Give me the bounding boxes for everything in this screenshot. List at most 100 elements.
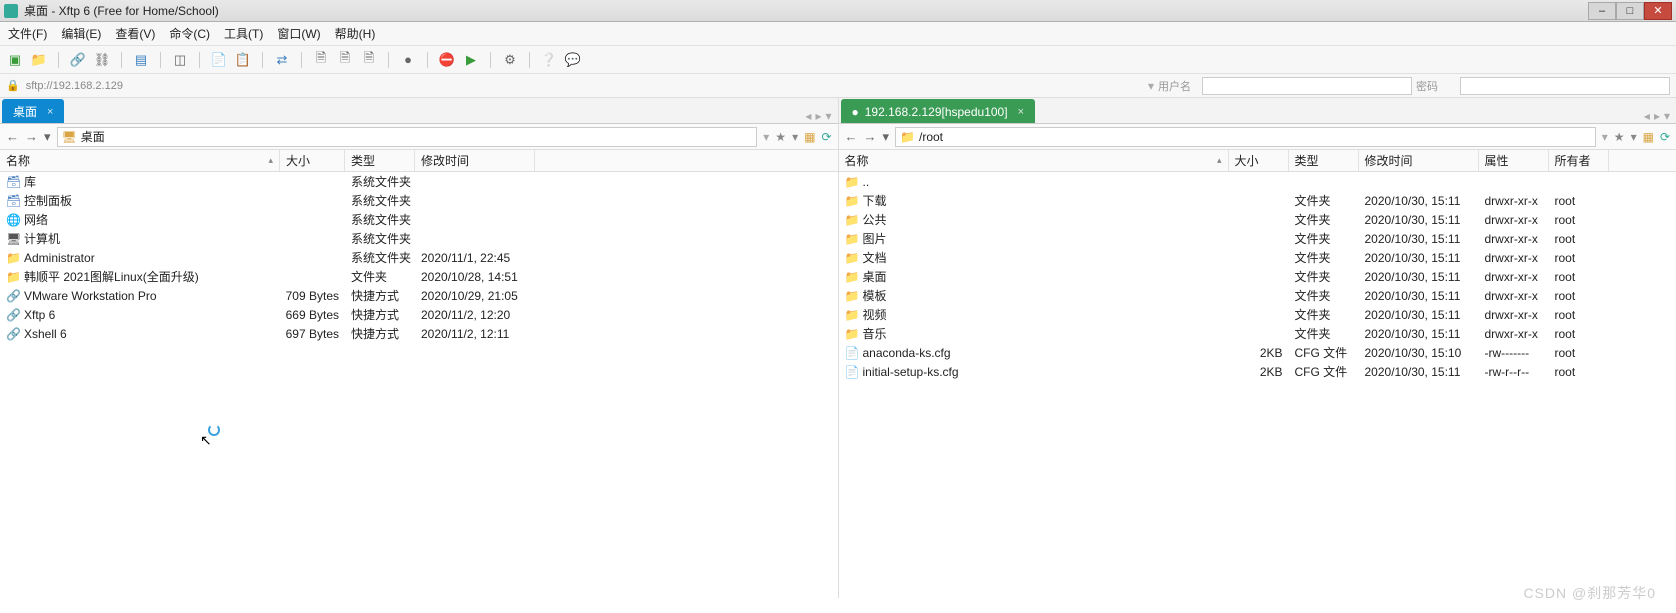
sync-icon[interactable]: ⛓ [93,51,111,69]
tab-menu-icon[interactable]: ▾ [825,109,831,123]
menu-tools[interactable]: 工具(T) [224,25,263,42]
col-attr[interactable]: 属性 [1479,150,1549,171]
list-item[interactable]: 🗃库系统文件夹 [0,172,838,191]
explorer-icon[interactable]: ▦ [1643,130,1654,144]
history-icon[interactable]: ▾ [44,129,51,145]
col-name[interactable]: 名称▴ [839,150,1229,171]
close-tab-icon[interactable]: × [1018,106,1024,118]
list-item[interactable]: 📄anaconda-ks.cfg2KBCFG 文件2020/10/30, 15:… [839,343,1676,362]
list-item[interactable]: 🔗Xshell 6697 Bytes快捷方式2020/11/2, 12:11 [0,324,838,343]
col-owner[interactable]: 所有者 [1549,150,1609,171]
close-tab-icon[interactable]: × [47,106,53,118]
back-icon[interactable]: ← [845,129,858,144]
remote-path-box[interactable]: 📁 /root [895,127,1596,147]
refresh-icon[interactable]: ⟳ [1660,130,1670,144]
local-path-box[interactable]: 🖥 桌面 [57,127,758,147]
caret-down-icon[interactable]: ▾ [1148,79,1154,93]
address-url[interactable]: sftp://192.168.2.129 [26,80,786,92]
refresh-icon[interactable]: ⟳ [821,130,831,144]
list-item[interactable]: 📁.. [839,172,1676,191]
list-item[interactable]: 🌐网络系统文件夹 [0,210,838,229]
local-file-list[interactable]: ↖ 🗃库系统文件夹🗃控制面板系统文件夹🌐网络系统文件夹🖥计算机系统文件夹📁Adm… [0,172,838,598]
doc3-icon[interactable]: 🗎 [360,51,378,69]
separator [529,52,530,68]
record-icon[interactable]: ● [399,51,417,69]
tab-local-desktop[interactable]: 桌面 × [2,99,64,123]
password-label: 密码 [1416,78,1456,94]
list-item[interactable]: 📁桌面文件夹2020/10/30, 15:11drwxr-xr-xroot [839,267,1676,286]
list-item[interactable]: 📁韩顺平 2021图解Linux(全面升级)文件夹2020/10/28, 14:… [0,267,838,286]
window-titlebar[interactable]: 桌面 - Xftp 6 (Free for Home/School) – □ ✕ [0,0,1676,22]
list-item[interactable]: 📁文档文件夹2020/10/30, 15:11drwxr-xr-xroot [839,248,1676,267]
menu-help[interactable]: 帮助(H) [335,25,376,42]
new-session-icon[interactable]: ▣ [6,51,24,69]
list-item[interactable]: 📁Administrator系统文件夹2020/11/1, 22:45 [0,248,838,267]
stop-icon[interactable]: ⛔ [438,51,456,69]
history-icon[interactable]: ▾ [883,129,890,145]
prev-tab-icon[interactable]: ◂ [1644,109,1650,123]
col-size[interactable]: 大小 [280,150,345,171]
col-type[interactable]: 类型 [1289,150,1359,171]
play-icon[interactable]: ▶ [462,51,480,69]
window-title: 桌面 - Xftp 6 (Free for Home/School) [24,2,1588,19]
tab-menu-icon[interactable]: ▾ [1664,109,1670,123]
path-caret-icon[interactable]: ▾ [1602,130,1608,144]
open-folder-icon[interactable]: 📁 [30,51,48,69]
tab-dot-icon: ● [852,105,859,119]
list-item[interactable]: 🔗VMware Workstation Pro709 Bytes快捷方式2020… [0,286,838,305]
col-type[interactable]: 类型 [345,150,415,171]
list-item[interactable]: 🗃控制面板系统文件夹 [0,191,838,210]
list-item[interactable]: 📄initial-setup-ks.cfg2KBCFG 文件2020/10/30… [839,362,1676,381]
about-icon[interactable]: 💬 [564,51,582,69]
list-item[interactable]: 📁音乐文件夹2020/10/30, 15:11drwxr-xr-xroot [839,324,1676,343]
back-icon[interactable]: ← [6,129,19,144]
new-window-icon[interactable]: ▤ [132,51,150,69]
menu-commands[interactable]: 命令(C) [169,25,210,42]
bookmark-caret-icon[interactable]: ▾ [792,130,798,144]
list-item[interactable]: 📁视频文件夹2020/10/30, 15:11drwxr-xr-xroot [839,305,1676,324]
bookmark-icon[interactable]: ★ [1614,130,1625,144]
password-input[interactable] [1460,77,1670,95]
menu-edit[interactable]: 编辑(E) [61,25,101,42]
col-modified[interactable]: 修改时间 [1359,150,1479,171]
copy-icon[interactable]: 📄 [210,51,228,69]
list-item[interactable]: 📁下载文件夹2020/10/30, 15:11drwxr-xr-xroot [839,191,1676,210]
menu-view[interactable]: 查看(V) [115,25,155,42]
path-caret-icon[interactable]: ▾ [763,130,769,144]
remote-header: 名称▴ 大小 类型 修改时间 属性 所有者 [839,150,1676,172]
explorer-icon[interactable]: ▦ [804,130,815,144]
close-button[interactable]: ✕ [1644,2,1672,20]
transfer-icon[interactable]: ⇄ [273,51,291,69]
next-tab-icon[interactable]: ▸ [815,109,821,123]
minimize-button[interactable]: – [1588,2,1616,20]
next-tab-icon[interactable]: ▸ [1654,109,1660,123]
remote-file-list[interactable]: 📁..📁下载文件夹2020/10/30, 15:11drwxr-xr-xroot… [839,172,1676,598]
bookmark-caret-icon[interactable]: ▾ [1631,130,1637,144]
layout-icon[interactable]: ◫ [171,51,189,69]
list-item[interactable]: 📁公共文件夹2020/10/30, 15:11drwxr-xr-xroot [839,210,1676,229]
settings-icon[interactable]: ⚙ [501,51,519,69]
col-size[interactable]: 大小 [1229,150,1289,171]
list-item[interactable]: 🔗Xftp 6669 Bytes快捷方式2020/11/2, 12:20 [0,305,838,324]
prev-tab-icon[interactable]: ◂ [805,109,811,123]
paste-icon[interactable]: 📋 [234,51,252,69]
list-item[interactable]: 📁图片文件夹2020/10/30, 15:11drwxr-xr-xroot [839,229,1676,248]
maximize-button[interactable]: □ [1616,2,1644,20]
local-navbar: ← → ▾ 🖥 桌面 ▾ ★ ▾ ▦ ⟳ [0,124,838,150]
doc2-icon[interactable]: 🗎 [336,51,354,69]
doc1-icon[interactable]: 🗎 [312,51,330,69]
link-icon[interactable]: 🔗 [69,51,87,69]
col-name[interactable]: 名称▴ [0,150,280,171]
tab-remote-session[interactable]: ● 192.168.2.129[hspedu100] × [841,99,1036,123]
local-tabstrip: 桌面 × ◂ ▸ ▾ [0,98,838,124]
col-modified[interactable]: 修改时间 [415,150,535,171]
menu-window[interactable]: 窗口(W) [277,25,320,42]
forward-icon[interactable]: → [25,129,38,144]
forward-icon[interactable]: → [864,129,877,144]
list-item[interactable]: 📁模板文件夹2020/10/30, 15:11drwxr-xr-xroot [839,286,1676,305]
list-item[interactable]: 🖥计算机系统文件夹 [0,229,838,248]
menu-file[interactable]: 文件(F) [8,25,47,42]
bookmark-icon[interactable]: ★ [775,130,786,144]
username-input[interactable] [1202,77,1412,95]
help-icon[interactable]: ❔ [540,51,558,69]
